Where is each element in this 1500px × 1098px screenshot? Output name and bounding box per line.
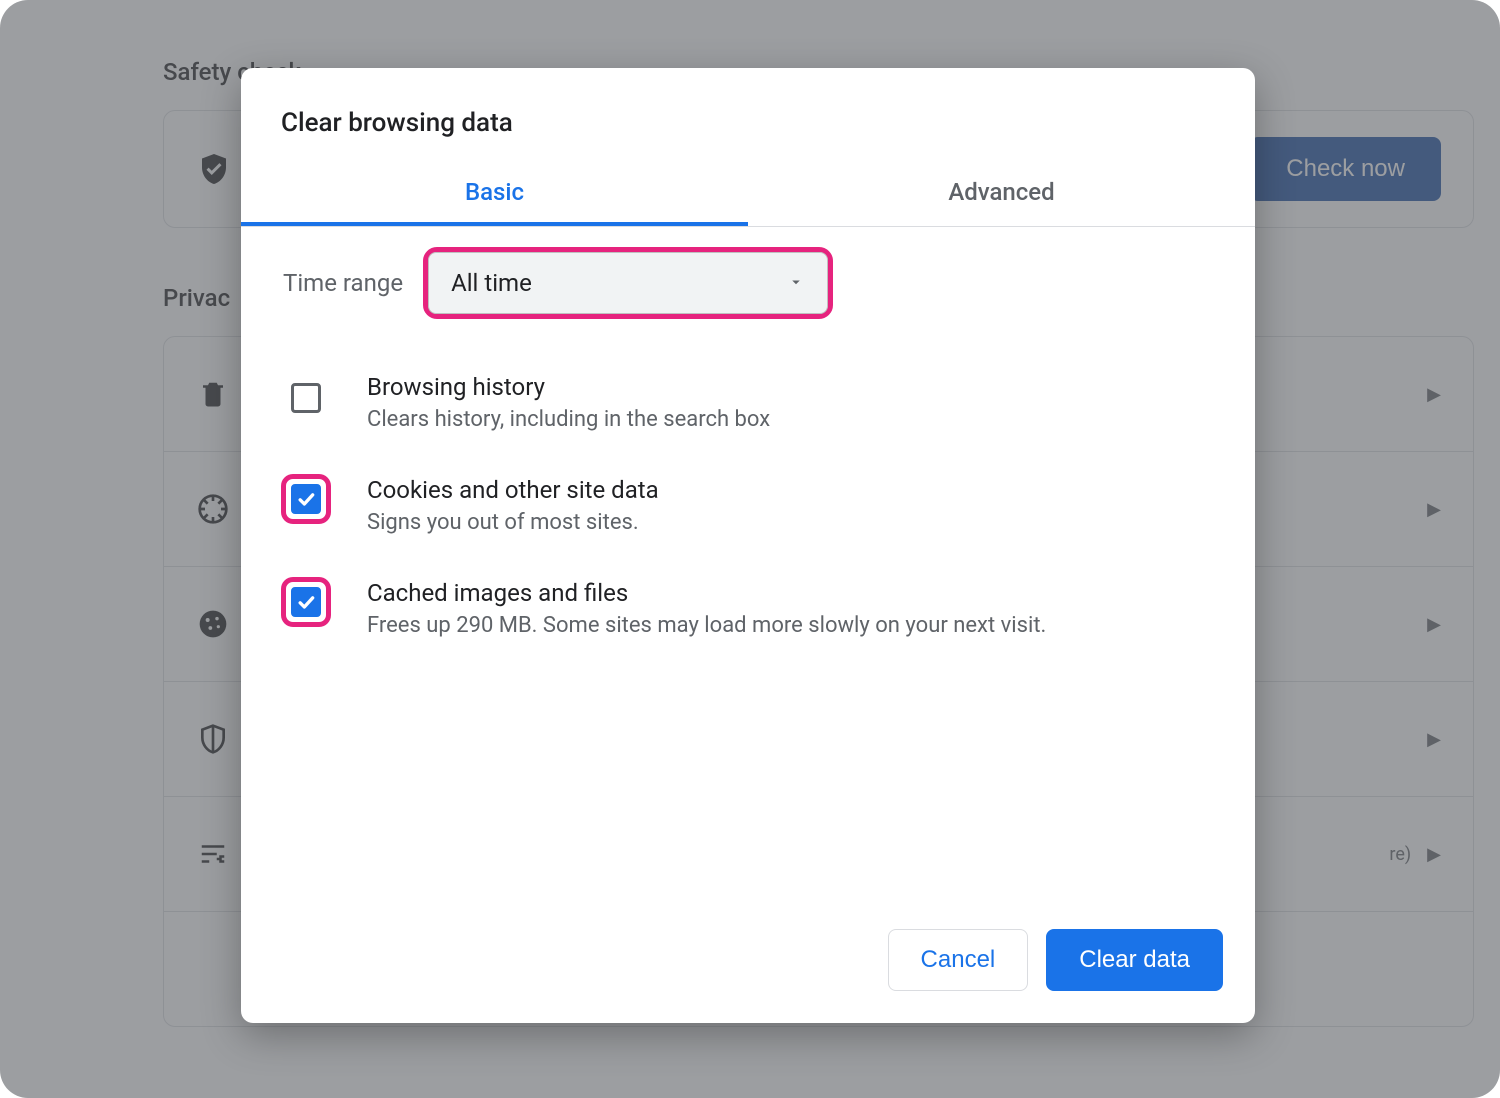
cancel-button[interactable]: Cancel bbox=[888, 929, 1029, 991]
option-text: Cookies and other site data Signs you out… bbox=[367, 476, 659, 535]
time-range-select[interactable]: All time bbox=[428, 252, 828, 314]
time-range-highlight: All time bbox=[423, 247, 833, 319]
checkbox-cookies[interactable] bbox=[291, 484, 321, 514]
time-range-value: All time bbox=[451, 269, 532, 297]
option-description: Clears history, including in the search … bbox=[367, 407, 770, 432]
time-range-label: Time range bbox=[281, 269, 403, 297]
tab-basic[interactable]: Basic bbox=[241, 162, 748, 226]
option-row: Browsing history Clears history, includin… bbox=[281, 355, 1215, 442]
dialog-title: Clear browsing data bbox=[241, 68, 1255, 162]
dialog-tabs: Basic Advanced bbox=[241, 162, 1255, 227]
checkbox-container bbox=[281, 373, 331, 423]
option-description: Signs you out of most sites. bbox=[367, 510, 659, 535]
dropdown-arrow-icon bbox=[787, 269, 805, 297]
option-text: Browsing history Clears history, includin… bbox=[367, 373, 770, 432]
checkbox-highlight bbox=[281, 577, 331, 627]
option-title: Cached images and files bbox=[367, 579, 1046, 607]
option-row: Cached images and files Frees up 290 MB. … bbox=[281, 561, 1215, 648]
clear-browsing-data-dialog: Clear browsing data Basic Advanced Time … bbox=[241, 68, 1255, 1023]
tab-advanced[interactable]: Advanced bbox=[748, 162, 1255, 226]
checkbox-cached[interactable] bbox=[291, 587, 321, 617]
checkbox-browsing[interactable] bbox=[291, 383, 321, 413]
option-title: Browsing history bbox=[367, 373, 770, 401]
clear-data-button[interactable]: Clear data bbox=[1046, 929, 1223, 991]
option-text: Cached images and files Frees up 290 MB. … bbox=[367, 579, 1046, 638]
checkbox-highlight bbox=[281, 474, 331, 524]
option-row: Cookies and other site data Signs you out… bbox=[281, 458, 1215, 545]
option-description: Frees up 290 MB. Some sites may load mor… bbox=[367, 613, 1046, 638]
option-title: Cookies and other site data bbox=[367, 476, 659, 504]
